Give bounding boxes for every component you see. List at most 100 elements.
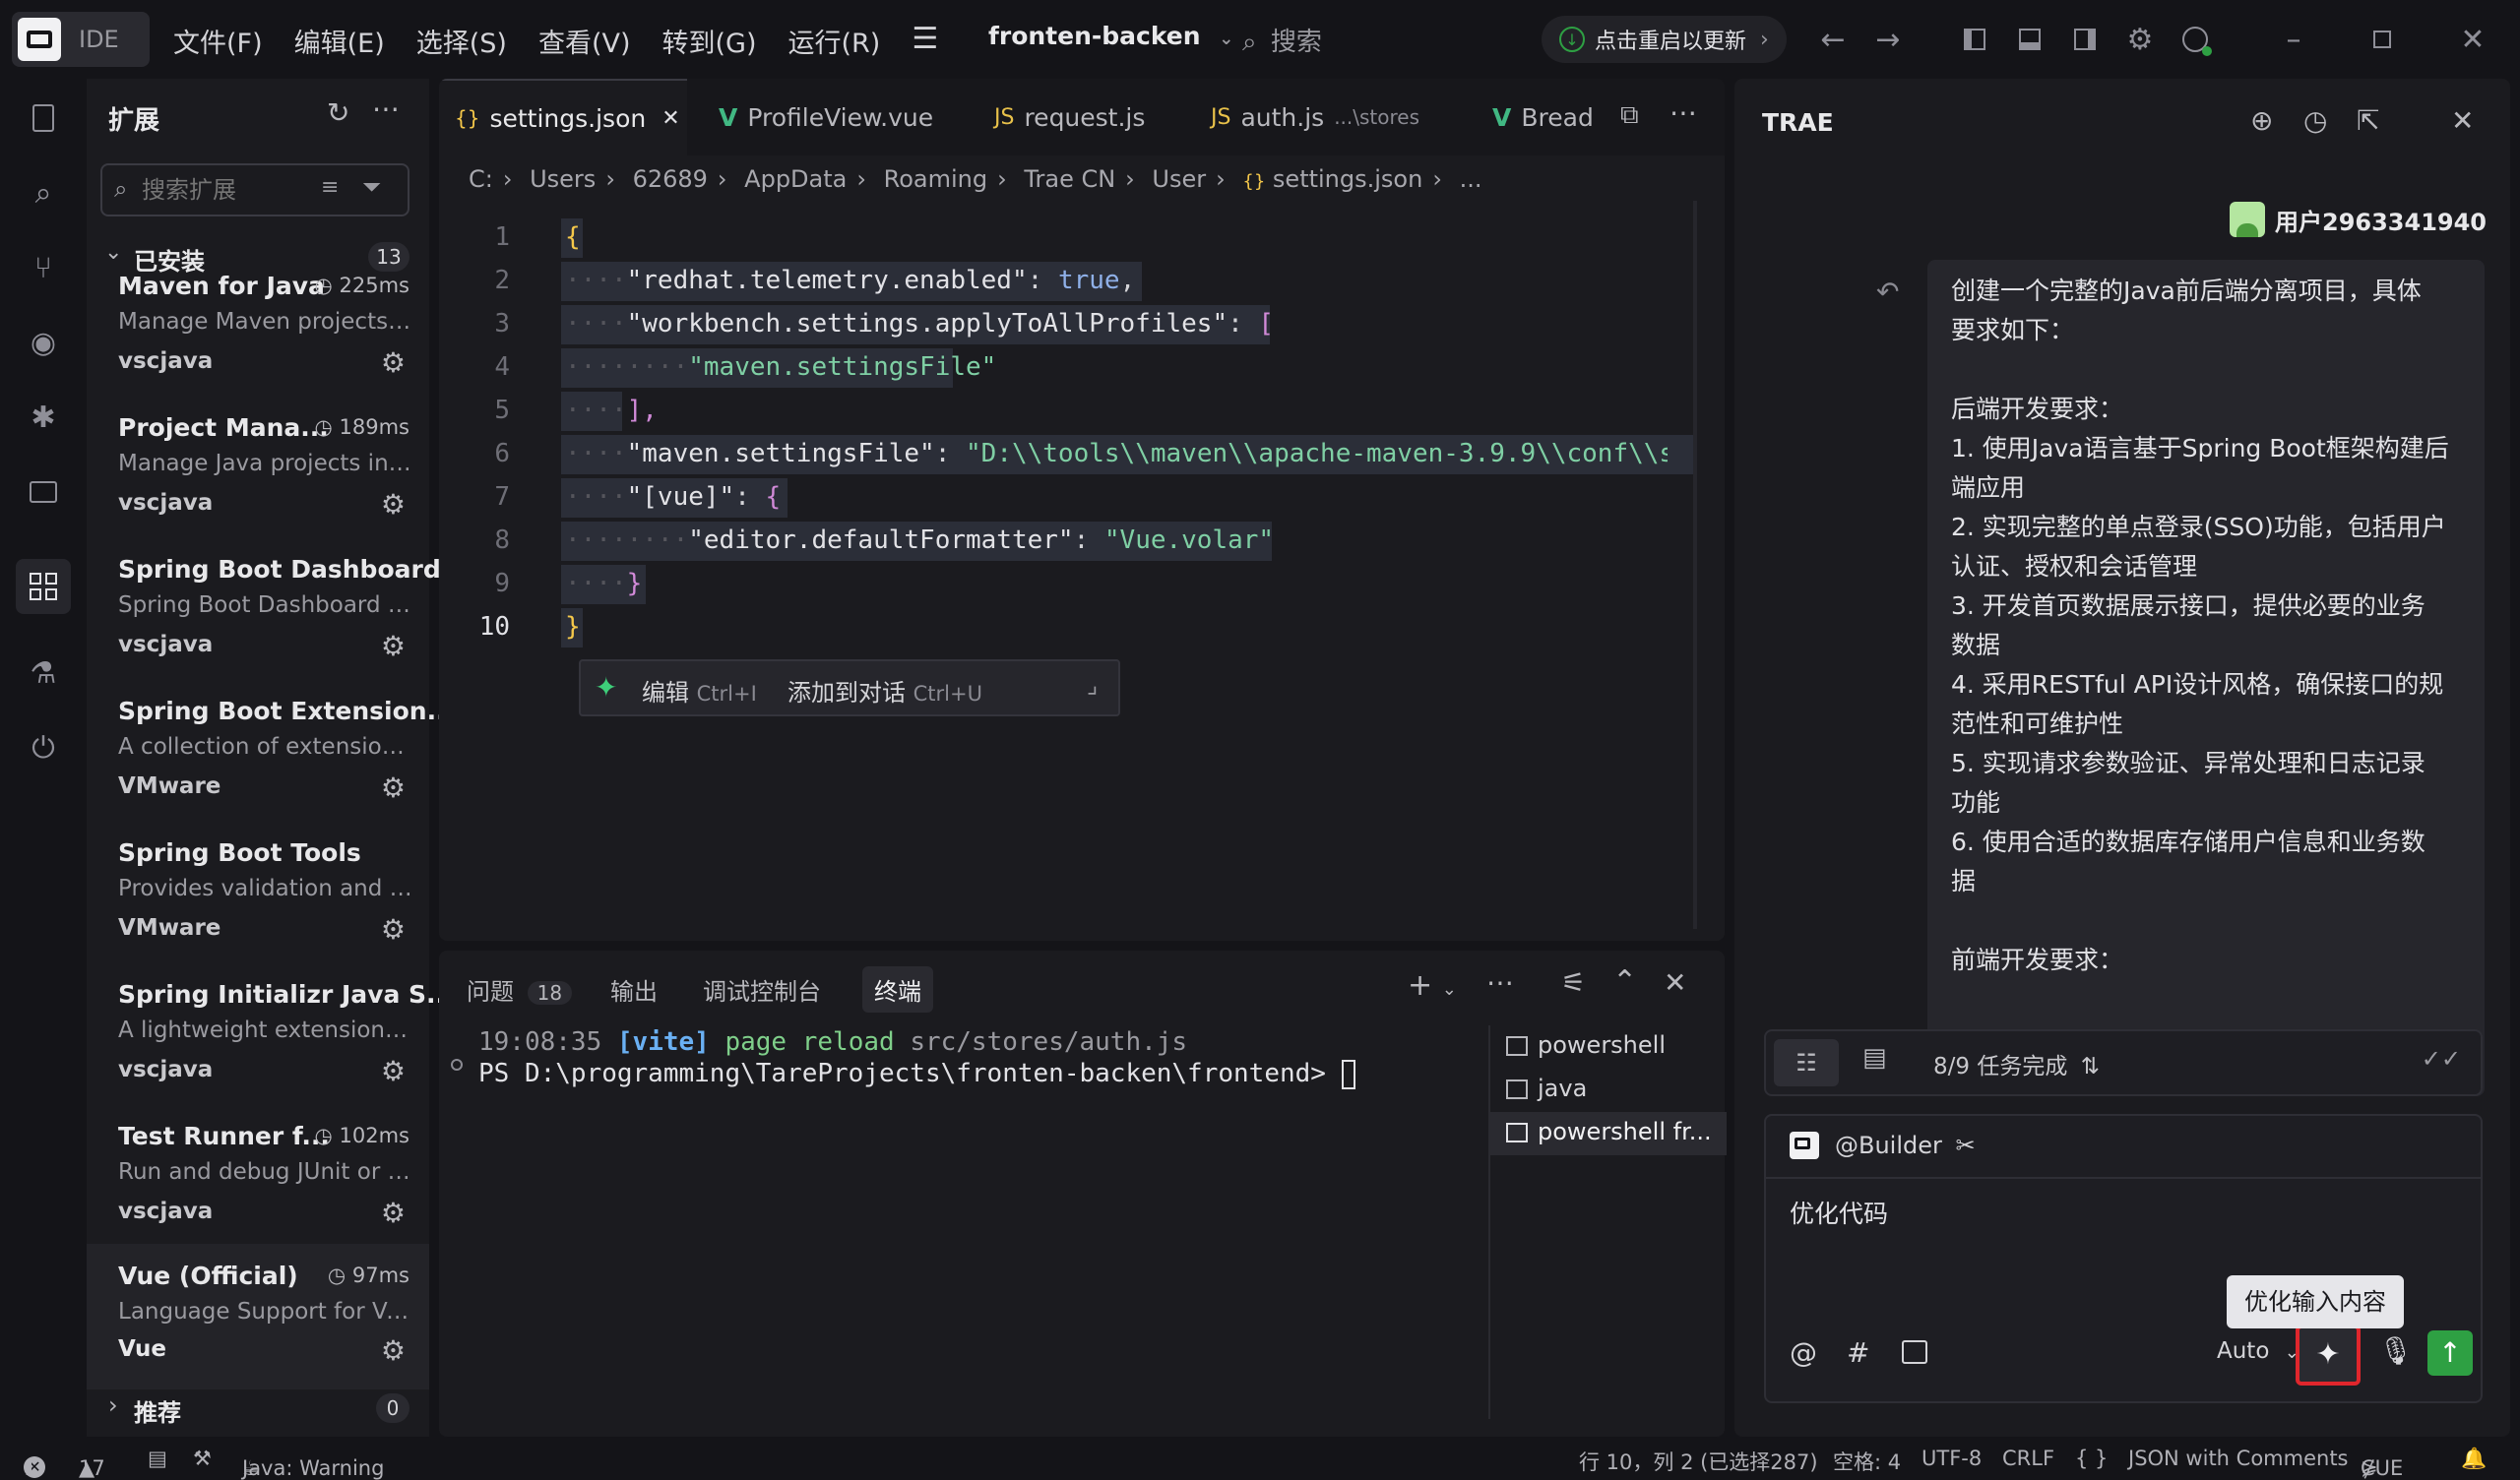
code-line[interactable]: ····"redhat.telemetry.enabled": true,: [565, 266, 1135, 295]
recommended-section-header[interactable]: › 推荐 0: [100, 1391, 415, 1427]
extension-item-spring-initializr[interactable]: Spring Initializr Java S... A lightweigh…: [87, 980, 455, 1122]
history-icon[interactable]: ◷: [2303, 104, 2327, 137]
bell-icon[interactable]: 🔔: [2461, 1447, 2487, 1471]
new-chat-icon[interactable]: ⊕: [2250, 104, 2273, 137]
image-icon[interactable]: [1902, 1340, 1927, 1364]
tab-auth-js[interactable]: JS auth.js ...\stores: [1195, 79, 1457, 155]
agent-selector[interactable]: @Builder ✂: [1835, 1132, 1976, 1159]
maximize-panel-icon[interactable]: ⌃: [1612, 964, 1637, 999]
breadcrumb-item[interactable]: ...: [1460, 165, 1482, 193]
menu-run[interactable]: 运行(R): [773, 22, 897, 60]
extension-item-maven[interactable]: Maven for Java ◷ 225ms Manage Maven proj…: [87, 272, 429, 413]
undo-icon[interactable]: ↶: [1876, 276, 1899, 308]
task-status-bar[interactable]: ☷ ▤ 8/9 任务完成 ⇅ ✓✓: [1764, 1029, 2483, 1096]
update-button[interactable]: ↓ 点击重启以更新 ›: [1542, 16, 1787, 63]
close-icon[interactable]: ✕: [2451, 104, 2474, 137]
gear-icon[interactable]: ⚙: [2118, 18, 2162, 61]
app-logo[interactable]: IDE: [12, 12, 150, 67]
extension-item-spring-boot-dashboard[interactable]: Spring Boot Dashboard Spring Boot Dashbo…: [87, 555, 441, 697]
tab-bread[interactable]: V Bread: [1477, 79, 1614, 155]
code-line[interactable]: ····"workbench.settings.applyToAllProfil…: [565, 309, 1274, 339]
indentation[interactable]: 空格: 4: [1833, 1447, 1901, 1476]
code-line[interactable]: ····"[vue]": {: [565, 482, 781, 512]
search-files-icon[interactable]: ⌕: [16, 165, 71, 220]
remote-icon[interactable]: [16, 464, 71, 520]
extension-search-box[interactable]: ⌕ ≡ ⏷: [100, 163, 410, 216]
minimize-icon[interactable]: –: [2272, 18, 2315, 61]
breadcrumb-item[interactable]: Users: [530, 165, 596, 193]
add-terminal-icon[interactable]: + ⌄: [1408, 968, 1457, 1003]
breadcrumb-item[interactable]: Roaming: [884, 165, 987, 193]
extension-search-input[interactable]: [142, 173, 319, 207]
more-menu-icon[interactable]: ☰: [896, 22, 954, 60]
extension-item-vue[interactable]: Vue (Official) ◷ 97ms Language Support f…: [87, 1244, 429, 1389]
toggle-panel-icon[interactable]: [2008, 18, 2051, 61]
breadcrumb-item[interactable]: Trae CN: [1024, 165, 1115, 193]
checklist-icon[interactable]: ☷: [1774, 1039, 1839, 1086]
menu-edit[interactable]: 编辑(E): [279, 22, 401, 60]
more-actions-icon[interactable]: ⋯: [1486, 966, 1514, 999]
source-control-icon[interactable]: ⑂: [16, 240, 71, 295]
code-line[interactable]: ····],: [565, 396, 658, 425]
tab-settings-json[interactable]: {} settings.json ✕: [439, 79, 687, 155]
tab-debug-console[interactable]: 调试控制台: [703, 972, 821, 1007]
hash-icon[interactable]: #: [1847, 1336, 1869, 1369]
eye-icon[interactable]: ◉: [16, 315, 71, 370]
gear-icon[interactable]: ⚙: [381, 1055, 406, 1087]
more-actions-icon[interactable]: ⋯: [1670, 96, 1697, 129]
add-to-chat-button[interactable]: 添加到对话 Ctrl+U: [788, 673, 982, 708]
refresh-icon[interactable]: ↻: [327, 96, 349, 129]
installed-section-header[interactable]: ⌄ 已安装 13: [100, 240, 415, 276]
gear-icon[interactable]: ⚙: [381, 771, 406, 804]
terminal-item-powershell-frontend[interactable]: powershell fr...: [1490, 1112, 1727, 1155]
open-external-icon[interactable]: ⇱: [2357, 104, 2379, 137]
flask-icon[interactable]: ⚗: [16, 646, 71, 701]
maximize-icon[interactable]: [2361, 18, 2404, 61]
code-line[interactable]: ····"maven.settingsFile": "D:\\tools\\ma…: [565, 439, 1668, 468]
close-tab-icon[interactable]: ✕: [662, 106, 679, 131]
tab-request-js[interactable]: JS request.js: [978, 79, 1175, 155]
project-selector[interactable]: fronten-backen ⌄: [988, 22, 1233, 50]
tab-terminal[interactable]: 终端: [862, 966, 933, 1013]
tab-output[interactable]: 输出: [610, 972, 658, 1007]
code-line[interactable]: }: [565, 612, 581, 642]
toggle-aux-icon[interactable]: [2063, 18, 2107, 61]
close-window-icon[interactable]: ✕: [2451, 18, 2494, 61]
terminal-item-powershell[interactable]: powershell: [1490, 1025, 1727, 1069]
braces-icon[interactable]: { }: [2075, 1447, 2108, 1470]
breadcrumb-item[interactable]: C:: [469, 165, 493, 193]
code-line[interactable]: ········"editor.defaultFormatter": "Vue.…: [565, 525, 1274, 555]
mention-icon[interactable]: @: [1790, 1336, 1817, 1369]
power-icon[interactable]: ⏻: [16, 720, 71, 775]
code-line[interactable]: {: [565, 222, 581, 252]
account-icon[interactable]: [2174, 18, 2217, 61]
extension-item-project-manager[interactable]: Project Mana... ◷ 189ms Manage Java proj…: [87, 413, 429, 555]
split-editor-icon[interactable]: ⧉: [1620, 100, 1639, 131]
gear-icon[interactable]: ⚙: [381, 1197, 406, 1229]
extension-item-test-runner[interactable]: Test Runner f... ◷ 102ms Run and debug J…: [87, 1122, 429, 1264]
explorer-icon[interactable]: [16, 91, 71, 146]
terminal-output[interactable]: 19:08:35 [vite] page reload src/stores/a…: [478, 1027, 1414, 1089]
gear-icon[interactable]: ⚙: [381, 913, 406, 946]
menu-view[interactable]: 查看(V): [523, 22, 647, 60]
line-ending[interactable]: CRLF: [2002, 1447, 2054, 1470]
menu-file[interactable]: 文件(F): [158, 22, 279, 60]
tab-problems[interactable]: 问题 18: [467, 972, 573, 1007]
document-icon[interactable]: ▤: [1862, 1043, 1887, 1073]
extensions-icon[interactable]: [16, 559, 71, 614]
language-mode[interactable]: JSON with Comments: [2128, 1447, 2349, 1470]
filter-icon[interactable]: ⏷: [362, 173, 381, 201]
code-line[interactable]: ····}: [565, 569, 642, 598]
terminal-item-java[interactable]: java: [1490, 1069, 1727, 1112]
more-actions-icon[interactable]: ⋯: [372, 92, 400, 125]
optimize-prompt-button[interactable]: ✦: [2296, 1325, 2361, 1386]
gear-icon[interactable]: ⚙: [381, 488, 406, 521]
send-button[interactable]: ↑: [2427, 1330, 2473, 1376]
breadcrumb-item[interactable]: User: [1152, 165, 1206, 193]
gear-icon[interactable]: ⚙: [381, 1334, 406, 1367]
debug-icon[interactable]: ✱: [16, 390, 71, 445]
encoding[interactable]: UTF-8: [1922, 1447, 1982, 1470]
breadcrumb-item[interactable]: 62689: [633, 165, 708, 193]
cursor-position[interactable]: 行 10，列 2 (已选择287): [1579, 1447, 1818, 1476]
ports-icon[interactable]: ▤: [148, 1447, 167, 1470]
